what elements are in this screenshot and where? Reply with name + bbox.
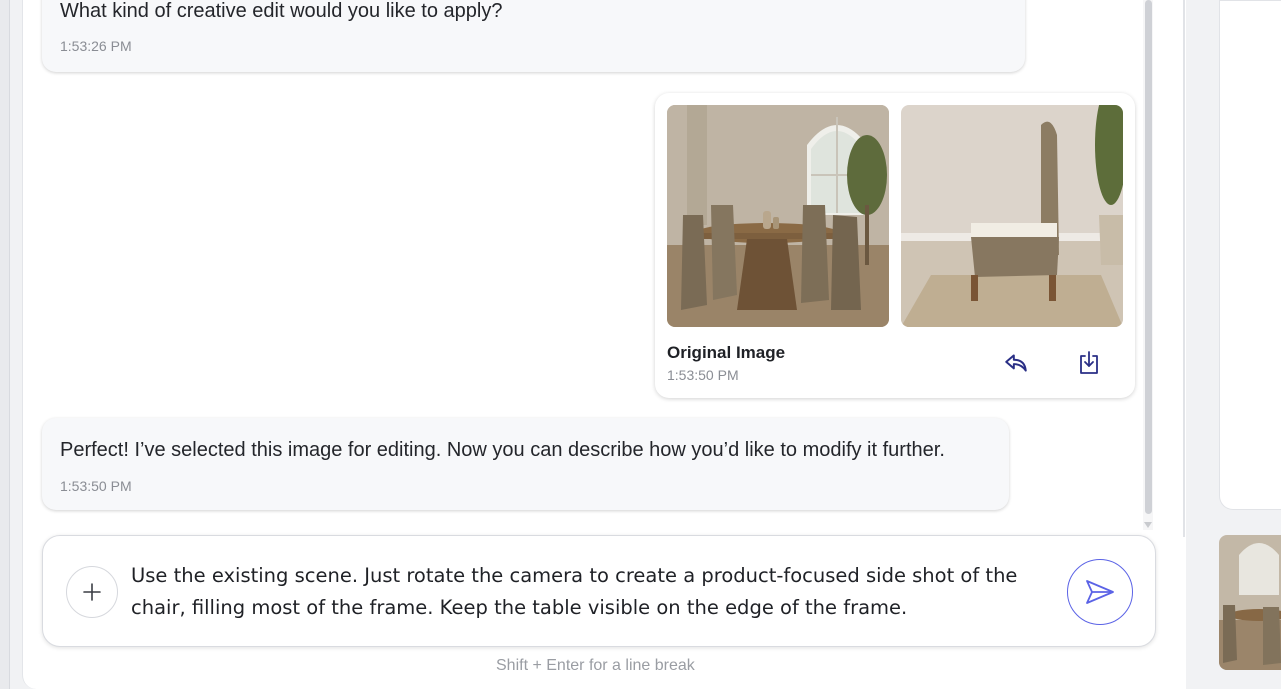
right-panel-card bbox=[1219, 0, 1281, 510]
assistant-message: What kind of creative edit would you lik… bbox=[42, 0, 1025, 72]
download-button[interactable] bbox=[1074, 348, 1104, 378]
reply-icon bbox=[1005, 354, 1027, 372]
attach-button[interactable] bbox=[66, 566, 118, 618]
panel-divider bbox=[1183, 0, 1185, 537]
send-button[interactable] bbox=[1067, 559, 1133, 625]
message-text: What kind of creative edit would you lik… bbox=[60, 0, 503, 22]
message-time: 1:53:26 PM bbox=[60, 38, 132, 54]
scroll-down-arrow[interactable] bbox=[1144, 522, 1152, 528]
chair-side-image[interactable] bbox=[901, 105, 1123, 327]
left-rail bbox=[0, 0, 10, 689]
dining-room-image[interactable] bbox=[667, 105, 889, 327]
message-time: 1:53:50 PM bbox=[60, 478, 132, 494]
download-icon bbox=[1080, 351, 1098, 374]
image-card-time: 1:53:50 PM bbox=[667, 367, 739, 383]
message-composer: Use the existing scene. Just rotate the … bbox=[42, 535, 1156, 647]
plus-icon bbox=[83, 583, 101, 601]
image-card-title: Original Image bbox=[667, 343, 786, 362]
line-break-hint: Shift + Enter for a line break bbox=[496, 657, 695, 674]
send-icon bbox=[1086, 580, 1114, 604]
reply-button[interactable] bbox=[1001, 348, 1031, 378]
gallery-thumbnail[interactable] bbox=[1219, 535, 1281, 670]
image-result-card: Original Image 1:53:50 PM bbox=[655, 93, 1135, 398]
message-input[interactable]: Use the existing scene. Just rotate the … bbox=[131, 560, 1061, 624]
message-text: Perfect! I’ve selected this image for ed… bbox=[60, 439, 945, 461]
app: What kind of creative edit would you lik… bbox=[0, 0, 1281, 689]
chat-scrollbar-thumb[interactable] bbox=[1145, 0, 1152, 514]
assistant-message: Perfect! I’ve selected this image for ed… bbox=[42, 418, 1009, 510]
